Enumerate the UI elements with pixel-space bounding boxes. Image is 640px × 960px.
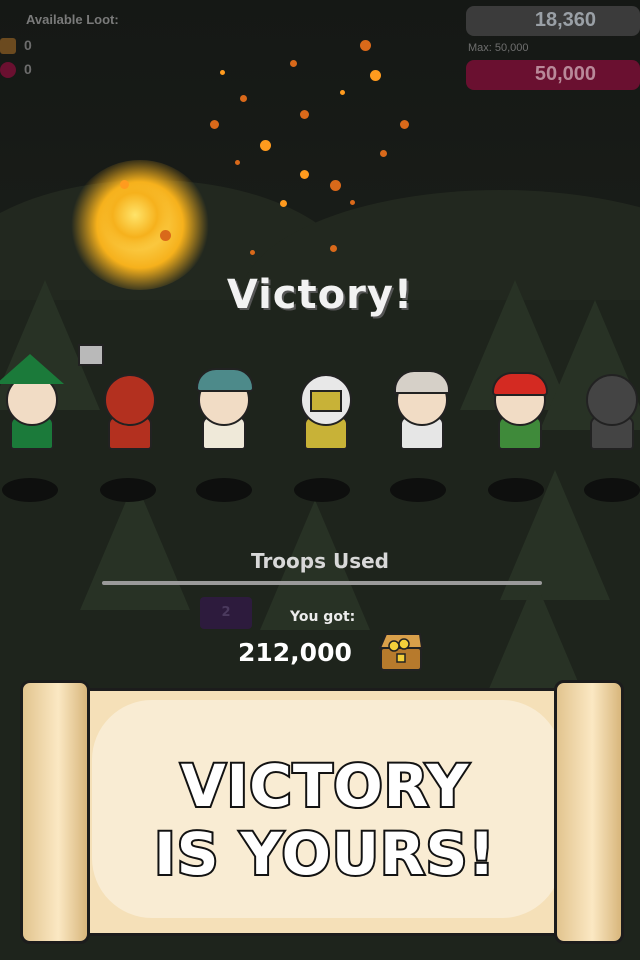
troop-shadow (2, 478, 58, 502)
troop-count-badge: 2 (200, 597, 252, 629)
scroll-roll-left (20, 680, 90, 944)
troop-pirate (482, 360, 554, 460)
victory-title: Victory! (226, 272, 414, 318)
elixir-storage-bar: 50,000 (466, 60, 640, 90)
loot-gold-row: 0 (0, 36, 60, 58)
troops-used-label: Troops Used (251, 549, 389, 573)
troop-archer (186, 360, 258, 460)
troop-shadow (488, 478, 544, 502)
treasure-chest-icon (376, 628, 426, 674)
loot-elixir-value: 0 (24, 61, 32, 77)
firework-spark (350, 200, 355, 205)
troop-wizard (0, 354, 66, 460)
elixir-bottle-icon (0, 62, 16, 78)
divider (102, 581, 542, 585)
troop-ninja (574, 360, 640, 460)
you-got-label: You got: (290, 609, 356, 625)
scroll-roll-right (554, 680, 624, 944)
firework-spark (250, 250, 255, 255)
banner-line-1: VICTORY (179, 750, 470, 822)
firework-spark (330, 245, 337, 252)
firework-spark (240, 95, 247, 102)
troop-dwarf (78, 344, 164, 460)
troop-knight (288, 360, 360, 460)
firework-spark (260, 140, 271, 151)
firework-spark (220, 70, 225, 75)
firework-spark (300, 170, 309, 179)
firework-spark (340, 90, 345, 95)
firework-spark (235, 160, 240, 165)
firework-spark (360, 40, 371, 51)
firework-spark (290, 60, 297, 67)
firework-spark (300, 110, 309, 119)
firework-spark (400, 120, 409, 129)
troop-shadow (100, 478, 156, 502)
available-loot-panel: Available Loot: 0 0 (0, 0, 200, 90)
firework-spark (380, 150, 387, 157)
gold-storage-bar: 18,360 (466, 6, 640, 36)
troop-shadow (584, 478, 640, 502)
firework-spark (120, 180, 129, 189)
troop-shadow (294, 478, 350, 502)
firework-spark (280, 200, 287, 207)
explosion (100, 180, 170, 250)
troop-shadow (390, 478, 446, 502)
firework-spark (210, 120, 219, 129)
gold-chest-icon (0, 38, 16, 54)
troop-shadow (196, 478, 252, 502)
available-loot-label: Available Loot: (26, 12, 119, 27)
firework-spark (330, 180, 341, 191)
loot-gold-value: 0 (24, 37, 32, 53)
firework-spark (370, 70, 381, 81)
troop-priestess (384, 360, 456, 460)
banner-line-2: IS YOURS! (152, 818, 497, 890)
you-got-value: 212,000 (238, 638, 352, 667)
max-capacity-label: Max: 50,000 (468, 42, 529, 54)
gold-storage-value: 18,360 (534, 9, 596, 31)
elixir-storage-value: 50,000 (534, 63, 596, 85)
loot-elixir-row: 0 (0, 60, 60, 82)
firework-spark (160, 230, 171, 241)
